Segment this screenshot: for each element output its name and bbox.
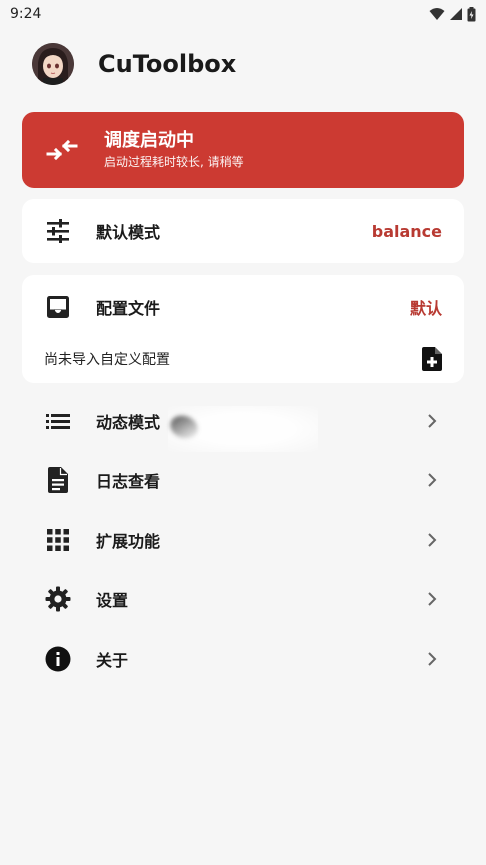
chevron-right-icon <box>422 411 442 431</box>
sliders-icon <box>44 217 72 245</box>
default-mode-value: balance <box>371 221 442 241</box>
status-time: 9:24 <box>10 6 42 22</box>
config-import-note: 尚未导入自定义配置 <box>44 352 170 368</box>
status-bar: 9:24 <box>0 0 486 28</box>
menu-label: 日志查看 <box>96 472 161 492</box>
default-mode-label: 默认模式 <box>96 223 161 242</box>
config-file-row[interactable]: 配置文件 默认 <box>22 275 464 339</box>
scheduler-title: 调度启动中 <box>104 130 194 151</box>
menu-item-log-view[interactable]: 日志查看 <box>22 451 464 511</box>
info-icon <box>44 645 72 673</box>
menu-item-settings[interactable]: 设置 <box>22 570 464 630</box>
scheduler-text: 调度启动中 启动过程耗时较长, 请稍等 <box>104 129 244 171</box>
menu-item-about[interactable]: 关于 <box>22 629 464 689</box>
app-header: CuToolbox <box>32 42 236 86</box>
menu-label: 扩展功能 <box>96 531 161 551</box>
app-title: CuToolbox <box>98 50 237 78</box>
gear-icon <box>44 585 72 613</box>
list-icon <box>44 407 72 435</box>
chevron-right-icon <box>422 470 442 490</box>
wifi-icon <box>429 8 445 20</box>
default-mode-row[interactable]: 默认模式 balance <box>22 199 464 263</box>
menu-label: 关于 <box>96 650 129 670</box>
swap-arrows-icon <box>46 139 78 161</box>
chevron-right-icon <box>422 649 442 669</box>
status-icons <box>429 6 476 22</box>
config-file-value: 默认 <box>409 299 442 318</box>
inbox-icon <box>44 293 72 321</box>
config-import-row: 尚未导入自定义配置 <box>22 339 464 379</box>
config-file-label: 配置文件 <box>96 299 161 318</box>
document-icon <box>44 466 72 494</box>
add-file-icon[interactable] <box>422 347 442 371</box>
menu-label: 设置 <box>96 591 129 611</box>
default-mode-card[interactable]: 默认模式 balance <box>22 199 464 263</box>
battery-icon <box>467 6 476 21</box>
menu-item-extensions[interactable]: 扩展功能 <box>22 510 464 570</box>
chevron-right-icon <box>422 589 442 609</box>
chevron-right-icon <box>422 530 442 550</box>
grid-icon <box>44 526 72 554</box>
signal-icon <box>450 8 462 20</box>
scheduler-status-card[interactable]: 调度启动中 启动过程耗时较长, 请稍等 <box>22 112 464 188</box>
avatar[interactable] <box>32 43 74 85</box>
config-file-card[interactable]: 配置文件 默认 尚未导入自定义配置 <box>22 275 464 383</box>
scheduler-subtitle: 启动过程耗时较长, 请稍等 <box>104 155 244 169</box>
